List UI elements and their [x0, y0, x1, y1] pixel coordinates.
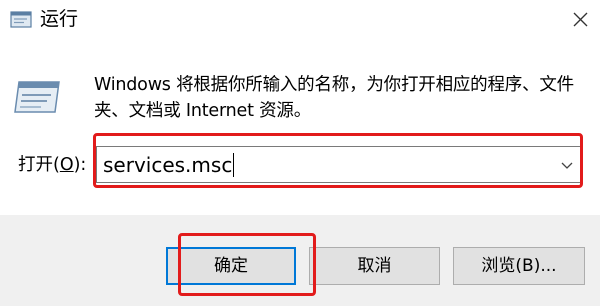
text-caret: [233, 153, 234, 177]
run-program-icon: [14, 81, 60, 113]
ok-button[interactable]: 确定: [166, 247, 296, 285]
cancel-button[interactable]: 取消: [309, 247, 440, 285]
open-label: 打开(O):: [18, 155, 87, 175]
open-combobox[interactable]: services.msc: [96, 146, 582, 183]
open-input[interactable]: services.msc: [103, 152, 232, 178]
chevron-down-icon[interactable]: [559, 157, 575, 173]
window-title: 运行: [40, 8, 79, 30]
close-icon[interactable]: [564, 4, 596, 36]
run-dialog: 运行 Windows 将根据你所输入的名称，为你打开相应的程序、文件夹、文档或 …: [0, 0, 600, 306]
run-icon: [10, 11, 32, 28]
browse-button[interactable]: 浏览(B)...: [453, 247, 585, 285]
title-bar: 运行: [0, 0, 600, 40]
description-text: Windows 将根据你所输入的名称，为你打开相应的程序、文件夹、文档或 Int…: [94, 75, 574, 121]
